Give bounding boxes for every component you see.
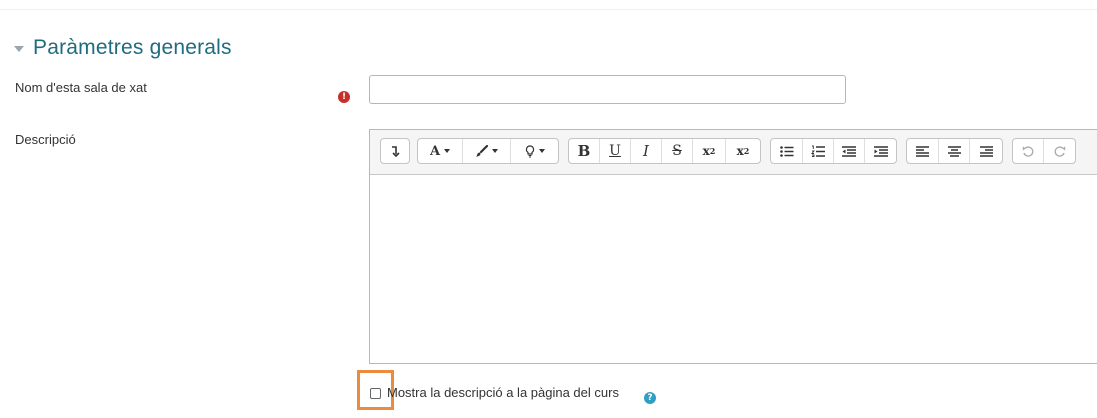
help-icon[interactable]: ? [644,392,656,404]
italic-icon[interactable]: I [631,139,662,163]
bold-icon[interactable]: B [569,139,600,163]
show-description-checkbox[interactable] [370,388,381,399]
toolbar-group-history [1012,138,1076,164]
required-icon: ! [338,91,350,103]
name-field-label: Nom d'esta sala de xat [15,80,147,95]
font-color-icon[interactable]: A [418,139,463,163]
bullet-list-icon[interactable] [771,139,803,163]
superscript-icon[interactable]: x2 [726,139,760,163]
toolbar-group-collapse [380,138,410,164]
numbered-list-icon[interactable] [803,139,834,163]
indent-icon[interactable] [865,139,896,163]
chat-name-input[interactable] [369,75,846,104]
show-description-label[interactable]: Mostra la descripció a la pàgina del cur… [387,385,619,400]
toolbar-group-style: A [417,138,559,164]
subscript-icon[interactable]: x2 [693,139,726,163]
collapse-caret-icon[interactable] [14,46,24,52]
section-header[interactable]: Paràmetres generals [14,36,232,60]
align-center-icon[interactable] [939,139,970,163]
lightbulb-icon[interactable] [511,139,558,163]
underline-icon[interactable]: U [600,139,631,163]
align-left-icon[interactable] [907,139,939,163]
toolbar-group-lists [770,138,897,164]
collapse-icon[interactable] [381,139,409,163]
strikethrough-icon[interactable]: S [662,139,693,163]
top-divider [0,9,1097,10]
section-title: Paràmetres generals [33,36,232,59]
highlight-brush-icon[interactable] [463,139,511,163]
align-right-icon[interactable] [970,139,1002,163]
undo-icon[interactable] [1013,139,1044,163]
redo-icon[interactable] [1044,139,1075,163]
description-label: Descripció [15,132,76,147]
outdent-icon[interactable] [834,139,865,163]
editor-content-area[interactable] [370,175,1097,363]
description-editor[interactable]: A B U I S x2 x2 [369,129,1097,364]
toolbar-group-align [906,138,1003,164]
toolbar-group-format: B U I S x2 x2 [568,138,761,164]
editor-toolbar: A B U I S x2 x2 [370,130,1097,175]
